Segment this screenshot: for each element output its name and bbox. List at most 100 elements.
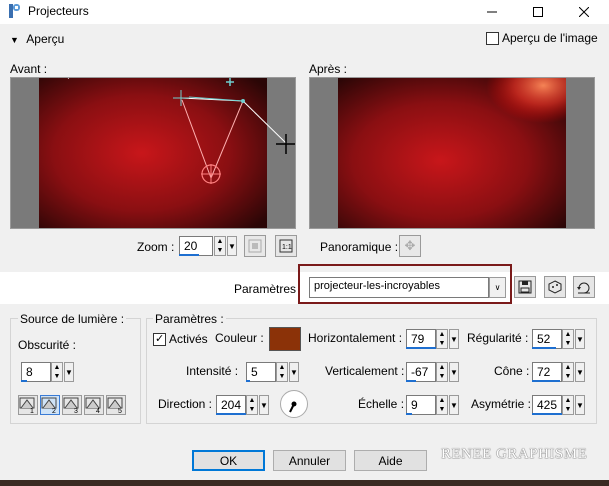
save-preset-button[interactable]: [514, 276, 536, 298]
vertical-input[interactable]: -67: [406, 362, 436, 382]
window-title: Projecteurs: [28, 4, 89, 18]
active-toggle[interactable]: Activés: [153, 332, 208, 346]
ok-button[interactable]: OK: [192, 450, 265, 471]
zoom-input[interactable]: 20: [179, 236, 213, 256]
asymmetry-dropdown[interactable]: ▼: [575, 395, 585, 415]
apercu-image-label: Aperçu de l'image: [502, 31, 598, 45]
direction-dial[interactable]: [280, 390, 308, 418]
cone-dropdown[interactable]: ▼: [575, 362, 585, 382]
after-preview: [309, 77, 595, 229]
spotlight-icon: 2: [41, 397, 57, 414]
vertical-underline: [406, 380, 416, 382]
light-5-button[interactable]: 5: [106, 395, 126, 415]
before-preview[interactable]: ·: [10, 74, 296, 229]
asymmetry-label: Asymétrie :: [471, 397, 532, 411]
maximize-icon[interactable]: [515, 0, 561, 24]
minimize-icon[interactable]: [469, 0, 515, 24]
obscurity-input[interactable]: 8: [21, 362, 51, 382]
light-1-button[interactable]: 1: [18, 395, 38, 415]
regularity-input[interactable]: 52: [532, 329, 562, 349]
light-5-number: 5: [118, 408, 122, 414]
horizontal-spinner[interactable]: ▲ ▼: [436, 329, 448, 349]
light-1-number: 1: [30, 408, 34, 414]
zoom-dropdown[interactable]: ▼: [227, 236, 237, 256]
regularity-underline: [532, 347, 556, 349]
direction-spinner[interactable]: ▲ ▼: [246, 395, 258, 415]
scale-underline: [406, 413, 412, 415]
intensity-label: Intensité :: [186, 364, 239, 378]
pan-button[interactable]: ✥: [399, 235, 421, 257]
asymmetry-input[interactable]: 425: [532, 395, 562, 415]
random-preset-button[interactable]: [544, 276, 566, 298]
vertical-label: Verticalement :: [325, 364, 405, 378]
intensity-spinner[interactable]: ▲ ▼: [276, 362, 288, 382]
horizontal-label: Horizontalement :: [308, 331, 403, 345]
chevron-down-icon: ▼: [65, 367, 73, 377]
regularity-dropdown[interactable]: ▼: [575, 329, 585, 349]
intensity-dropdown[interactable]: ▼: [289, 362, 299, 382]
apercu-image-toggle[interactable]: Aperçu de l'image: [486, 31, 598, 45]
scale-spinner[interactable]: ▲ ▼: [436, 395, 448, 415]
zoom-underline: [179, 254, 199, 256]
triangle-down-icon: ▼: [10, 35, 19, 45]
reset-icon: [577, 282, 590, 294]
direction-input[interactable]: 204: [216, 395, 246, 415]
active-label: Activés: [169, 332, 208, 346]
light-source-label: Source de lumière :: [18, 312, 127, 326]
presets-label: Paramètres: [234, 282, 297, 296]
cone-underline: [532, 380, 560, 382]
spotlight-icon: 4: [85, 397, 101, 414]
intensity-input[interactable]: 5: [246, 362, 276, 382]
direction-dropdown[interactable]: ▼: [259, 395, 269, 415]
apercu-label: Aperçu: [26, 32, 65, 46]
light-3-button[interactable]: 3: [62, 395, 82, 415]
apercu-toggle[interactable]: ▼ Aperçu: [10, 32, 64, 46]
obscurity-dropdown[interactable]: ▼: [64, 362, 74, 382]
horizontal-dropdown[interactable]: ▼: [449, 329, 459, 349]
obscurity-spinner[interactable]: ▲ ▼: [51, 362, 63, 382]
direction-label: Direction :: [158, 397, 213, 411]
before-preview-canvas[interactable]: ·: [11, 74, 296, 228]
cone-spinner[interactable]: ▲ ▼: [562, 362, 574, 382]
chevron-down-icon: ▼: [576, 334, 584, 344]
after-preview-canvas: [310, 78, 594, 228]
zoom-label: Zoom :: [137, 240, 175, 254]
zoom-actual-button[interactable]: 1:1: [275, 235, 297, 257]
cone-input[interactable]: 72: [532, 362, 562, 382]
light-selector: 1 2 3 4 5: [18, 395, 126, 415]
apercu-image-checkbox[interactable]: [486, 31, 499, 45]
light-3-number: 3: [74, 408, 78, 414]
close-icon[interactable]: [561, 0, 607, 24]
presets-select[interactable]: projecteur-les-incroyables: [309, 277, 489, 298]
cancel-button[interactable]: Annuler: [273, 450, 346, 471]
vertical-dropdown[interactable]: ▼: [449, 362, 459, 382]
zoom-actual-icon: 1:1: [279, 239, 293, 253]
spotlight-icon: 5: [107, 397, 123, 414]
zoom-spinner[interactable]: ▲ ▼: [214, 236, 226, 256]
color-label: Couleur :: [215, 331, 264, 345]
chevron-down-icon: ▼: [450, 334, 458, 344]
app-icon: [9, 4, 20, 18]
color-swatch[interactable]: [269, 327, 301, 351]
light-2-number: 2: [52, 408, 56, 414]
asymmetry-underline: [532, 413, 562, 415]
light-4-button[interactable]: 4: [84, 395, 104, 415]
asymmetry-spinner[interactable]: ▲ ▼: [562, 395, 574, 415]
scale-label: Échelle :: [358, 397, 405, 411]
svg-text:·: ·: [67, 78, 70, 83]
scale-dropdown[interactable]: ▼: [449, 395, 459, 415]
horizontal-input[interactable]: 79: [406, 329, 436, 349]
save-icon: [518, 280, 532, 294]
vertical-spinner[interactable]: ▲ ▼: [436, 362, 448, 382]
help-button[interactable]: Aide: [354, 450, 427, 471]
dice-icon: [548, 280, 562, 294]
regularity-spinner[interactable]: ▲ ▼: [562, 329, 574, 349]
panoramique-label: Panoramique :: [320, 240, 399, 254]
zoom-fit-button[interactable]: [244, 235, 266, 257]
active-checkbox[interactable]: [153, 332, 166, 346]
presets-dropdown[interactable]: ∨: [489, 277, 506, 298]
reset-preset-button[interactable]: [573, 276, 595, 298]
scale-input[interactable]: 9: [406, 395, 436, 415]
light-2-button[interactable]: 2: [40, 395, 60, 415]
title-bar: Projecteurs: [0, 0, 609, 24]
